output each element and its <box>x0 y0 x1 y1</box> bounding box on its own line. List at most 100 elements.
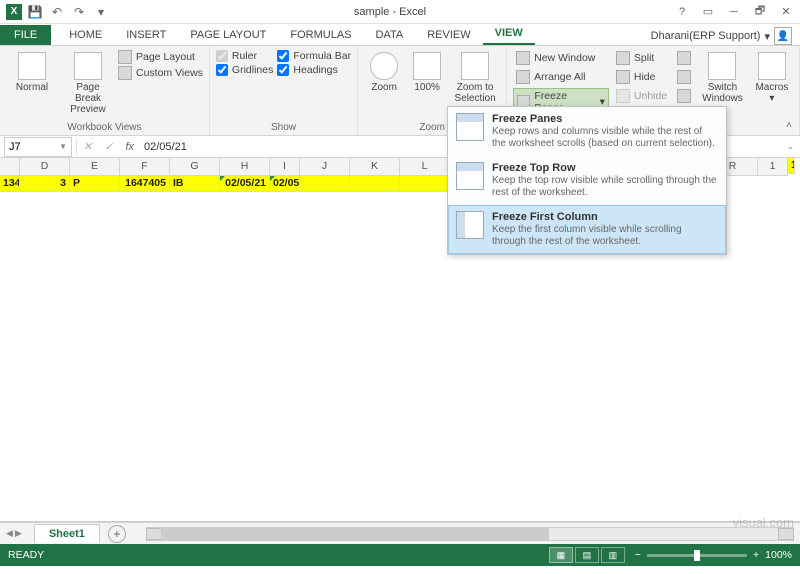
tab-data[interactable]: DATA <box>364 25 416 45</box>
freeze-first-column-icon <box>456 211 484 239</box>
chevron-down-icon: ▼ <box>59 142 67 151</box>
custom-views-button[interactable]: Custom Views <box>118 66 203 80</box>
fx-icon[interactable]: fx <box>119 141 140 153</box>
sheet-nav[interactable]: ◀▶ <box>0 528 28 539</box>
cell[interactable] <box>300 176 350 192</box>
window-controls: ? ▭ ─ 🗗 ✕ <box>670 3 800 21</box>
status-mode: READY <box>8 549 44 561</box>
freeze-panes-icon <box>456 113 484 141</box>
cell[interactable]: P <box>70 176 120 192</box>
ribbon-tabs: FILE HOME INSERT PAGE LAYOUT FORMULAS DA… <box>0 24 800 46</box>
normal-view-icon[interactable]: ▦ <box>549 547 573 563</box>
cell[interactable]: 1647405 <box>120 176 170 192</box>
tab-view[interactable]: VIEW <box>483 23 535 45</box>
unhide-button: Unhide <box>613 88 670 104</box>
enter-icon[interactable]: ✓ <box>98 140 119 153</box>
view-side-by-side-button[interactable] <box>674 50 694 66</box>
help-icon[interactable]: ? <box>670 3 694 21</box>
qat-more-icon[interactable]: ▾ <box>92 3 110 21</box>
zoom-slider[interactable] <box>647 554 747 557</box>
tab-home[interactable]: HOME <box>57 25 114 45</box>
cell[interactable]: 153 <box>788 158 795 174</box>
cell[interactable]: 134110 <box>0 176 20 192</box>
pagebreak-view-icon[interactable]: ▥ <box>601 547 625 563</box>
freeze-panes-option[interactable]: Freeze PanesKeep rows and columns visibl… <box>448 107 726 156</box>
column-header[interactable]: I <box>270 158 300 176</box>
hide-button[interactable]: Hide <box>613 69 670 85</box>
pagebreak-preview-button[interactable]: Page Break Preview <box>62 50 114 117</box>
column-header[interactable]: L <box>400 158 450 176</box>
group-show: Ruler Gridlines Formula Bar Headings Sho… <box>210 46 358 135</box>
formula-bar-checkbox[interactable]: Formula Bar <box>277 50 351 62</box>
status-bar: READY ▦ ▤ ▥ − + 100% <box>0 544 800 566</box>
restore-icon[interactable]: 🗗 <box>748 3 772 21</box>
freeze-first-column-option[interactable]: Freeze First ColumnKeep the first column… <box>448 205 726 254</box>
name-box[interactable]: J7▼ <box>4 137 72 157</box>
collapse-ribbon-icon[interactable]: ˄ <box>786 120 792 131</box>
split-button[interactable]: Split <box>613 50 670 66</box>
group-label: Workbook Views <box>6 120 203 135</box>
column-header[interactable]: D <box>20 158 70 176</box>
page-layout-view-icon[interactable]: ▤ <box>575 547 599 563</box>
column-header[interactable]: H <box>220 158 270 176</box>
tab-formulas[interactable]: FORMULAS <box>278 25 363 45</box>
zoom-control[interactable]: − + 100% <box>635 549 792 561</box>
user-area[interactable]: Dharani(ERP Support) ▾ 👤 <box>651 27 800 45</box>
expand-formula-bar-icon[interactable]: ⌄ <box>780 141 800 152</box>
cell[interactable]: IB <box>170 176 220 192</box>
undo-icon[interactable]: ↶ <box>48 3 66 21</box>
close-icon[interactable]: ✕ <box>774 3 798 21</box>
column-header[interactable]: K <box>350 158 400 176</box>
zoom-in-icon[interactable]: + <box>753 549 759 561</box>
cell[interactable] <box>350 176 400 192</box>
sync-scroll-button[interactable] <box>674 69 694 85</box>
column-header[interactable]: G <box>170 158 220 176</box>
freeze-top-row-icon <box>456 162 484 190</box>
tab-insert[interactable]: INSERT <box>114 25 178 45</box>
column-header[interactable]: E <box>70 158 120 176</box>
chevron-down-icon: ▾ <box>764 30 770 43</box>
redo-icon[interactable]: ↷ <box>70 3 88 21</box>
title-bar: X 💾 ↶ ↷ ▾ sample - Excel ? ▭ ─ 🗗 ✕ <box>0 0 800 24</box>
column-header[interactable]: F <box>120 158 170 176</box>
minimize-icon[interactable]: ─ <box>722 3 746 21</box>
freeze-top-row-option[interactable]: Freeze Top RowKeep the top row visible w… <box>448 156 726 205</box>
zoom-out-icon[interactable]: − <box>635 549 641 561</box>
zoom-level[interactable]: 100% <box>765 549 792 561</box>
horizontal-scrollbar[interactable] <box>146 527 794 541</box>
headings-checkbox[interactable]: Headings <box>277 64 351 76</box>
gridlines-checkbox[interactable]: Gridlines <box>216 64 273 76</box>
ruler-checkbox[interactable]: Ruler <box>216 50 273 62</box>
window-title: sample - Excel <box>110 6 670 18</box>
group-label: Show <box>216 120 351 135</box>
normal-button[interactable]: Normal <box>6 50 58 95</box>
cell[interactable]: 02/05/21 <box>270 176 300 192</box>
tab-page-layout[interactable]: PAGE LAYOUT <box>178 25 278 45</box>
zoom-to-selection-button[interactable]: Zoom to Selection <box>450 50 500 106</box>
zoom-button[interactable]: Zoom <box>364 50 404 95</box>
new-window-button[interactable]: New Window <box>513 50 609 66</box>
freeze-panes-dropdown: Freeze PanesKeep rows and columns visibl… <box>447 106 727 255</box>
tab-review[interactable]: REVIEW <box>415 25 482 45</box>
page-layout-button[interactable]: Page Layout <box>118 50 203 64</box>
macros-button[interactable]: Macros ▾ <box>751 50 793 106</box>
cell[interactable]: 02/05/21 <box>220 176 270 192</box>
cell[interactable] <box>400 176 450 192</box>
select-all-corner[interactable] <box>0 158 20 176</box>
reset-window-button[interactable] <box>674 88 694 104</box>
ribbon-display-icon[interactable]: ▭ <box>696 3 720 21</box>
zoom-100-button[interactable]: 100% <box>408 50 446 95</box>
sheet-tab[interactable]: Sheet1 <box>34 524 100 543</box>
tab-file[interactable]: FILE <box>0 25 51 45</box>
row-header[interactable]: 1 <box>758 158 788 176</box>
save-icon[interactable]: 💾 <box>26 3 44 21</box>
cancel-icon[interactable]: ✕ <box>77 140 98 153</box>
cell[interactable]: 3 <box>20 176 70 192</box>
arrange-all-button[interactable]: Arrange All <box>513 69 609 85</box>
excel-icon[interactable]: X <box>6 4 22 20</box>
quick-access-toolbar: X 💾 ↶ ↷ ▾ <box>0 3 110 21</box>
column-header[interactable]: J <box>300 158 350 176</box>
view-shortcuts: ▦ ▤ ▥ <box>549 547 625 563</box>
new-sheet-button[interactable]: + <box>108 525 126 543</box>
user-name: Dharani(ERP Support) <box>651 30 761 42</box>
